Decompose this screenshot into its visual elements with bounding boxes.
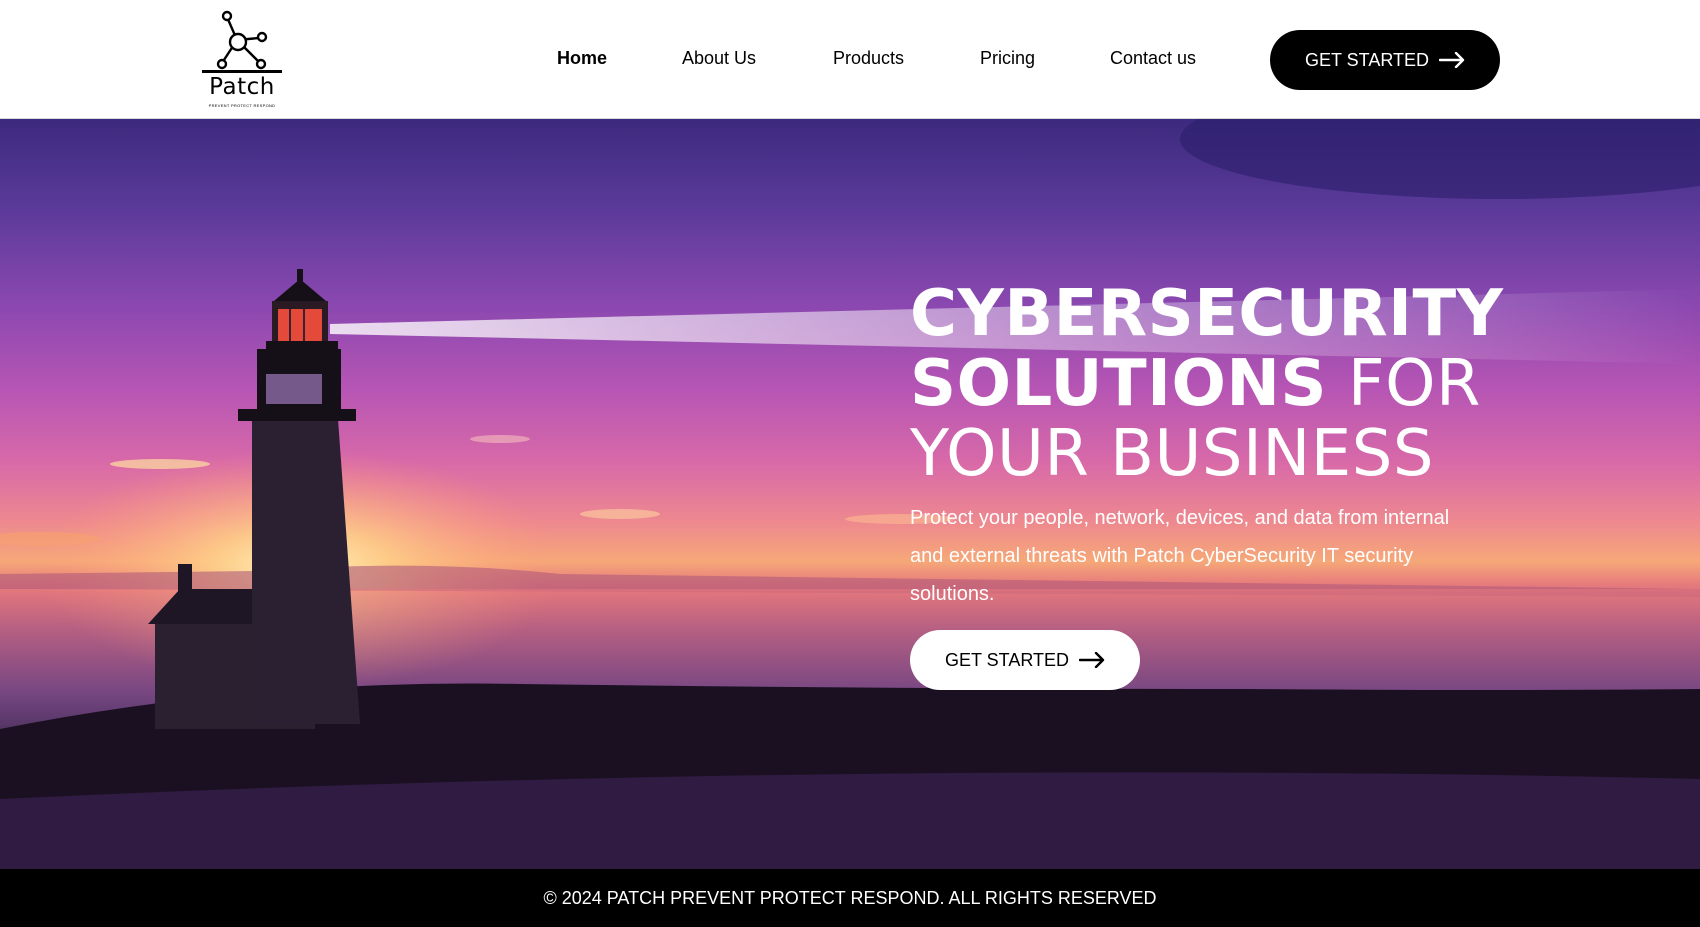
hero-section: CYBERSECURITY SOLUTIONS FOR YOUR BUSINES… (0, 119, 1700, 869)
arrow-right-icon (1439, 52, 1465, 68)
nav-about-us[interactable]: About Us (682, 48, 756, 69)
header-get-started-label: GET STARTED (1304, 49, 1430, 70)
nav-pricing[interactable]: Pricing (980, 48, 1035, 69)
hero-title: CYBERSECURITY SOLUTIONS FOR YOUR BUSINES… (910, 279, 1630, 489)
nav-contact-us[interactable]: Contact us (1110, 48, 1196, 69)
hero-title-line-3: YOUR BUSINESS (910, 417, 1434, 491)
lighthouse-sunset-image (0, 119, 1700, 869)
hero-get-started-label: GET STARTED (944, 649, 1070, 670)
nav-home[interactable]: Home (557, 48, 607, 69)
hero-get-started-button[interactable]: GET STARTED (910, 630, 1140, 690)
nav-products[interactable]: Products (833, 48, 904, 69)
arrow-right-icon (1079, 652, 1105, 668)
brand-name: Patch (209, 74, 275, 100)
site-header: Patch PREVENT PROTECT RESPOND Home About… (0, 0, 1700, 119)
hero-title-line-2-light: FOR (1347, 347, 1481, 421)
hero-title-line-2-bold: SOLUTIONS (910, 347, 1327, 421)
header-get-started-button[interactable]: GET STARTED (1270, 30, 1500, 90)
hero-description: Protect your people, network, devices, a… (910, 507, 1450, 605)
brand-logo[interactable]: Patch PREVENT PROTECT RESPOND (200, 10, 284, 110)
hero-title-line-1: CYBERSECURITY (910, 277, 1504, 351)
footer-copyright: © 2024 PATCH PREVENT PROTECT RESPOND. AL… (543, 888, 1157, 908)
brand-tagline: PREVENT PROTECT RESPOND (208, 103, 276, 108)
network-nodes-icon (202, 10, 282, 73)
site-footer: © 2024 PATCH PREVENT PROTECT RESPOND. AL… (0, 869, 1700, 918)
